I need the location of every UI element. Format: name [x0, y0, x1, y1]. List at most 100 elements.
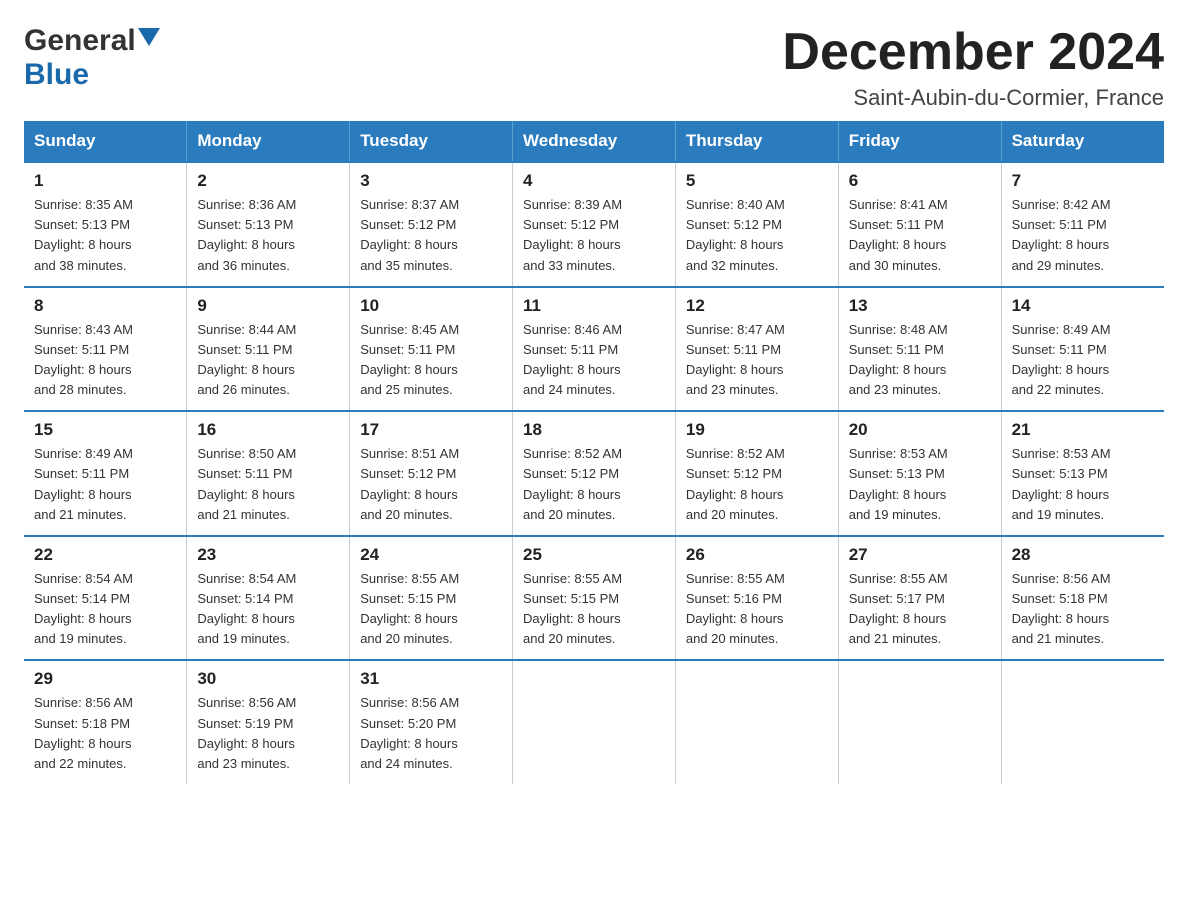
calendar-cell: 5 Sunrise: 8:40 AMSunset: 5:12 PMDaylight… — [675, 162, 838, 287]
sunset-text: Sunset: 5:12 PM — [686, 217, 782, 232]
calendar-cell: 26 Sunrise: 8:55 AMSunset: 5:16 PMDayligh… — [675, 536, 838, 661]
day-number: 4 — [523, 171, 665, 191]
daylight-text: Daylight: 8 hours — [197, 487, 295, 502]
day-info: Sunrise: 8:56 AMSunset: 5:18 PMDaylight:… — [1012, 569, 1154, 650]
day-number: 28 — [1012, 545, 1154, 565]
daylight-minutes: and 20 minutes. — [523, 507, 616, 522]
day-info: Sunrise: 8:56 AMSunset: 5:19 PMDaylight:… — [197, 693, 339, 774]
day-number: 16 — [197, 420, 339, 440]
day-number: 13 — [849, 296, 991, 316]
day-info: Sunrise: 8:52 AMSunset: 5:12 PMDaylight:… — [686, 444, 828, 525]
daylight-minutes: and 35 minutes. — [360, 258, 453, 273]
calendar-cell: 25Sunrise: 8:55 AMSunset: 5:15 PMDayligh… — [513, 536, 676, 661]
daylight-minutes: and 24 minutes. — [523, 382, 616, 397]
day-number: 17 — [360, 420, 502, 440]
daylight-minutes: and 19 minutes. — [849, 507, 942, 522]
sunrise-text: Sunrise: 8:53 AM — [1012, 446, 1111, 461]
daylight-minutes: and 21 minutes. — [197, 507, 290, 522]
sunrise-text: Sunrise: 8:47 AM — [686, 322, 785, 337]
calendar-cell: 11Sunrise: 8:46 AMSunset: 5:11 PMDayligh… — [513, 287, 676, 412]
calendar-cell: 13Sunrise: 8:48 AMSunset: 5:11 PMDayligh… — [838, 287, 1001, 412]
daylight-minutes: and 19 minutes. — [1012, 507, 1105, 522]
day-info: Sunrise: 8:40 AMSunset: 5:12 PMDaylight:… — [686, 195, 828, 276]
calendar-cell: 16 Sunrise: 8:50 AMSunset: 5:11 PMDayligh… — [187, 411, 350, 536]
day-number: 26 — [686, 545, 828, 565]
day-info: Sunrise: 8:49 AMSunset: 5:11 PMDaylight:… — [1012, 320, 1154, 401]
sunset-text: Sunset: 5:19 PM — [197, 716, 293, 731]
calendar-cell: 23 Sunrise: 8:54 AMSunset: 5:14 PMDayligh… — [187, 536, 350, 661]
day-info: Sunrise: 8:54 AMSunset: 5:14 PMDaylight:… — [197, 569, 339, 650]
day-info: Sunrise: 8:52 AMSunset: 5:12 PMDaylight:… — [523, 444, 665, 525]
sunrise-text: Sunrise: 8:41 AM — [849, 197, 948, 212]
daylight-text: Daylight: 8 hours — [686, 237, 784, 252]
day-info: Sunrise: 8:37 AMSunset: 5:12 PMDaylight:… — [360, 195, 502, 276]
header-sunday: Sunday — [24, 121, 187, 162]
daylight-minutes: and 24 minutes. — [360, 756, 453, 771]
day-number: 20 — [849, 420, 991, 440]
sunset-text: Sunset: 5:14 PM — [197, 591, 293, 606]
logo: General Blue — [24, 24, 160, 92]
sunrise-text: Sunrise: 8:50 AM — [197, 446, 296, 461]
daylight-text: Daylight: 8 hours — [523, 237, 621, 252]
calendar-cell: 18Sunrise: 8:52 AMSunset: 5:12 PMDayligh… — [513, 411, 676, 536]
daylight-text: Daylight: 8 hours — [34, 736, 132, 751]
day-number: 29 — [34, 669, 176, 689]
daylight-minutes: and 20 minutes. — [686, 507, 779, 522]
calendar-cell: 9Sunrise: 8:44 AMSunset: 5:11 PMDaylight… — [187, 287, 350, 412]
calendar-cell: 3Sunrise: 8:37 AMSunset: 5:12 PMDaylight… — [350, 162, 513, 287]
sunset-text: Sunset: 5:11 PM — [34, 466, 129, 481]
sunset-text: Sunset: 5:15 PM — [360, 591, 456, 606]
sunset-text: Sunset: 5:17 PM — [849, 591, 945, 606]
sunrise-text: Sunrise: 8:52 AM — [686, 446, 785, 461]
daylight-text: Daylight: 8 hours — [523, 611, 621, 626]
day-number: 23 — [197, 545, 339, 565]
day-number: 2 — [197, 171, 339, 191]
day-number: 10 — [360, 296, 502, 316]
day-number: 27 — [849, 545, 991, 565]
daylight-text: Daylight: 8 hours — [1012, 362, 1110, 377]
sunset-text: Sunset: 5:11 PM — [197, 342, 292, 357]
sunset-text: Sunset: 5:13 PM — [849, 466, 945, 481]
daylight-minutes: and 23 minutes. — [197, 756, 290, 771]
calendar-cell — [1001, 660, 1164, 784]
daylight-minutes: and 20 minutes. — [360, 507, 453, 522]
sunset-text: Sunset: 5:12 PM — [523, 466, 619, 481]
daylight-text: Daylight: 8 hours — [849, 362, 947, 377]
sunrise-text: Sunrise: 8:49 AM — [1012, 322, 1111, 337]
daylight-text: Daylight: 8 hours — [523, 487, 621, 502]
daylight-text: Daylight: 8 hours — [197, 237, 295, 252]
sunrise-text: Sunrise: 8:35 AM — [34, 197, 133, 212]
page-header: General Blue December 2024 Saint-Aubin-d… — [24, 24, 1164, 111]
daylight-minutes: and 20 minutes. — [686, 631, 779, 646]
daylight-text: Daylight: 8 hours — [197, 736, 295, 751]
sunset-text: Sunset: 5:14 PM — [34, 591, 130, 606]
daylight-text: Daylight: 8 hours — [360, 487, 458, 502]
day-info: Sunrise: 8:45 AMSunset: 5:11 PMDaylight:… — [360, 320, 502, 401]
calendar-week-5: 29Sunrise: 8:56 AMSunset: 5:18 PMDayligh… — [24, 660, 1164, 784]
sunrise-text: Sunrise: 8:46 AM — [523, 322, 622, 337]
sunrise-text: Sunrise: 8:51 AM — [360, 446, 459, 461]
sunrise-text: Sunrise: 8:36 AM — [197, 197, 296, 212]
sunset-text: Sunset: 5:12 PM — [686, 466, 782, 481]
day-info: Sunrise: 8:55 AMSunset: 5:16 PMDaylight:… — [686, 569, 828, 650]
day-info: Sunrise: 8:35 AMSunset: 5:13 PMDaylight:… — [34, 195, 176, 276]
sunrise-text: Sunrise: 8:43 AM — [34, 322, 133, 337]
day-number: 9 — [197, 296, 339, 316]
sunset-text: Sunset: 5:13 PM — [197, 217, 293, 232]
sunrise-text: Sunrise: 8:55 AM — [523, 571, 622, 586]
daylight-minutes: and 21 minutes. — [1012, 631, 1105, 646]
calendar-cell: 10 Sunrise: 8:45 AMSunset: 5:11 PMDayligh… — [350, 287, 513, 412]
sunset-text: Sunset: 5:13 PM — [34, 217, 130, 232]
day-info: Sunrise: 8:50 AMSunset: 5:11 PMDaylight:… — [197, 444, 339, 525]
daylight-text: Daylight: 8 hours — [34, 487, 132, 502]
calendar-week-2: 8Sunrise: 8:43 AMSunset: 5:11 PMDaylight… — [24, 287, 1164, 412]
day-info: Sunrise: 8:43 AMSunset: 5:11 PMDaylight:… — [34, 320, 176, 401]
daylight-minutes: and 23 minutes. — [849, 382, 942, 397]
calendar-cell — [838, 660, 1001, 784]
daylight-minutes: and 26 minutes. — [197, 382, 290, 397]
sunrise-text: Sunrise: 8:55 AM — [360, 571, 459, 586]
day-number: 5 — [686, 171, 828, 191]
calendar-cell: 6Sunrise: 8:41 AMSunset: 5:11 PMDaylight… — [838, 162, 1001, 287]
sunset-text: Sunset: 5:15 PM — [523, 591, 619, 606]
daylight-minutes: and 32 minutes. — [686, 258, 779, 273]
